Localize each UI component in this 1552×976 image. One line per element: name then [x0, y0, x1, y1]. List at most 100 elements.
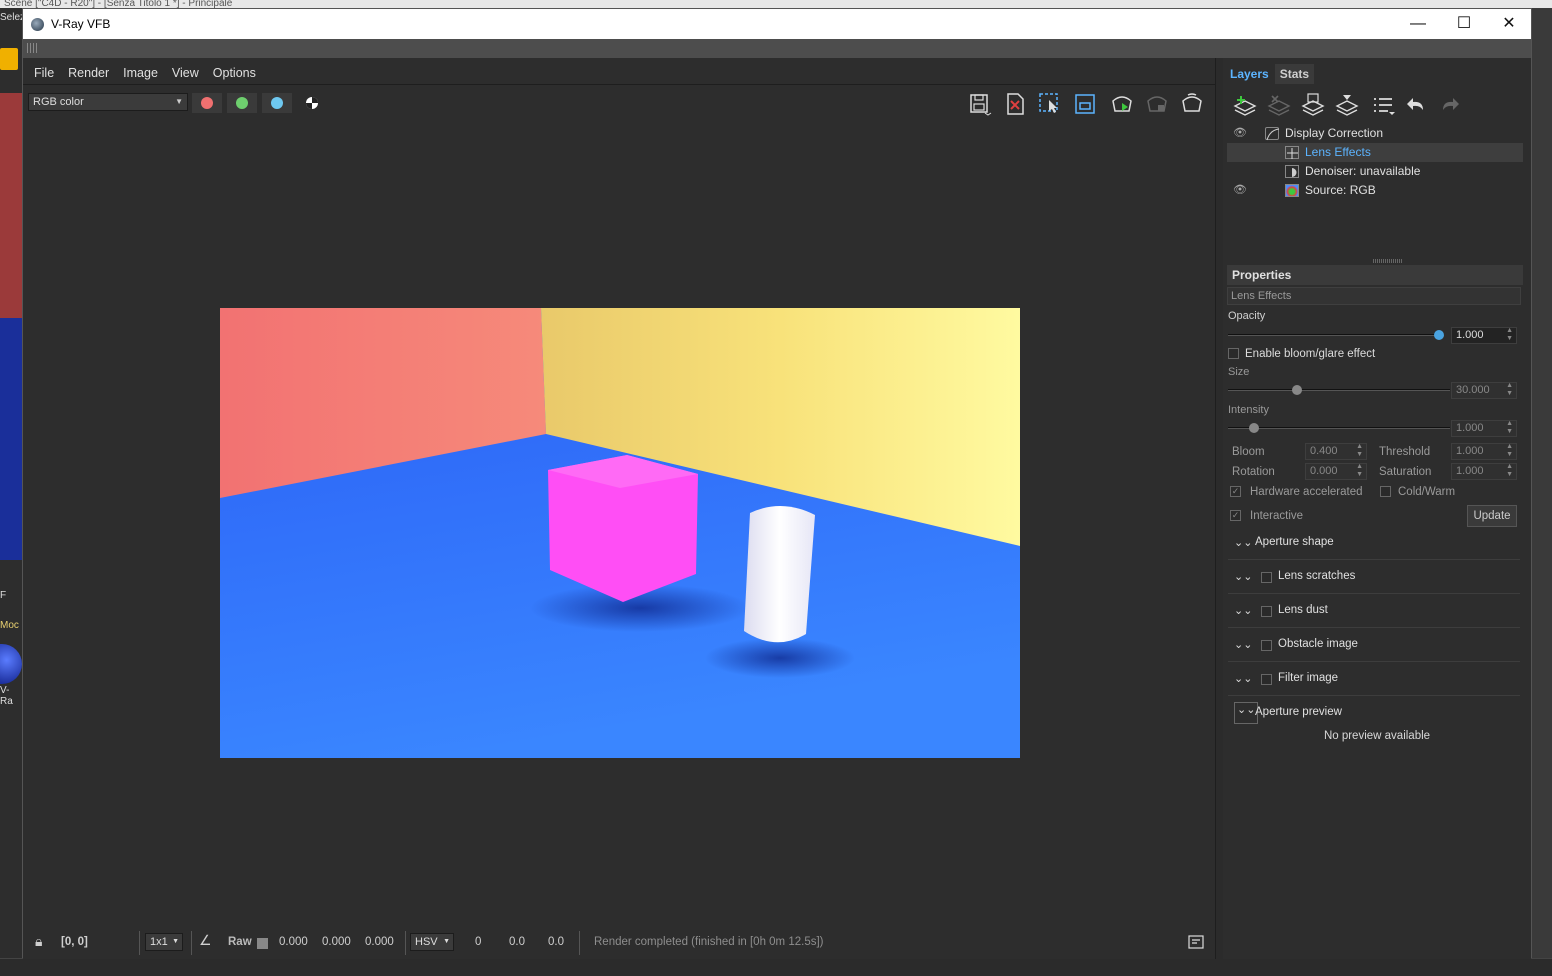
bloom-input[interactable]: 0.400 ▲ ▼ [1305, 443, 1367, 460]
resize-handle[interactable] [1373, 259, 1403, 263]
opacity-slider-knob[interactable] [1434, 330, 1444, 340]
rendered-image[interactable] [220, 308, 1020, 758]
track-mouse-icon[interactable] [1072, 91, 1098, 117]
section-obstacle-image[interactable]: ⌄⌄ Obstacle image [1228, 632, 1520, 662]
lens-dust-checkbox[interactable] [1261, 606, 1272, 617]
curve-icon[interactable]: ∠ [199, 932, 212, 949]
save-layer-tree-icon[interactable] [1299, 92, 1327, 118]
clear-image-icon[interactable] [1002, 91, 1028, 117]
menu-file[interactable]: File [27, 63, 61, 83]
close-button[interactable]: ✕ [1486, 9, 1532, 39]
minimize-button[interactable]: — [1395, 9, 1441, 39]
grip-icon[interactable] [27, 43, 37, 53]
spinner-arrows-icon[interactable]: ▲ ▼ [1506, 327, 1513, 343]
spinner-arrows-icon[interactable]: ▲ ▼ [1506, 463, 1513, 479]
layer-display-correction[interactable]: 👁︎ Display Correction [1227, 124, 1523, 143]
intensity-slider-track[interactable] [1228, 427, 1450, 429]
green-channel-button[interactable] [227, 93, 257, 113]
menu-render[interactable]: Render [61, 63, 116, 83]
color-mode-value: HSV [415, 936, 438, 948]
undo-icon[interactable] [1403, 92, 1431, 118]
spinner-arrows-icon[interactable]: ▲ ▼ [1506, 382, 1513, 398]
log-icon[interactable] [1188, 934, 1204, 953]
hardware-accelerated-checkbox[interactable]: ✓ [1230, 486, 1241, 497]
lens-scratches-checkbox[interactable] [1261, 572, 1272, 583]
red-channel-button[interactable] [192, 93, 222, 113]
intensity-input[interactable]: 1.000 ▲ ▼ [1451, 420, 1517, 437]
denoiser-icon [1285, 165, 1299, 178]
tab-stats[interactable]: Stats [1274, 64, 1315, 84]
chevron-down-icon[interactable]: ⌄⌄ [1234, 672, 1252, 685]
threshold-input[interactable]: 1.000 ▲ ▼ [1451, 443, 1517, 460]
chevron-down-icon[interactable]: ⌄⌄ [1234, 638, 1252, 651]
size-slider-knob[interactable] [1291, 385, 1302, 395]
maximize-button[interactable]: ☐ [1441, 9, 1487, 39]
start-interactive-render-icon[interactable] [1109, 91, 1135, 117]
layer-name-field[interactable]: Lens Effects [1227, 287, 1521, 305]
background-right-panel [1532, 8, 1552, 976]
save-image-icon[interactable] [967, 91, 993, 117]
hardware-accelerated-label: Hardware accelerated [1250, 486, 1363, 498]
layer-list-icon[interactable] [1369, 92, 1397, 118]
eye-icon[interactable]: 👁︎ [1233, 181, 1247, 200]
section-lens-scratches[interactable]: ⌄⌄ Lens scratches [1228, 564, 1520, 594]
status-message: Render completed (finished in [0h 0m 12.… [594, 936, 824, 948]
region-render-icon[interactable] [1037, 91, 1063, 117]
color-mode-dropdown[interactable]: HSV ▼ [410, 933, 454, 951]
update-button[interactable]: Update [1467, 505, 1517, 527]
channel-dropdown-value: RGB color [33, 96, 84, 108]
chevron-down-icon[interactable]: ⌄⌄ [1234, 536, 1252, 549]
menu-view[interactable]: View [165, 63, 206, 83]
sample-size-dropdown[interactable]: 1x1 ▼ [145, 933, 183, 951]
chevron-down-icon[interactable]: ⌄⌄ [1234, 604, 1252, 617]
saturation-input[interactable]: 1.000 ▲ ▼ [1451, 463, 1517, 480]
lock-icon[interactable]: 🔒︎ [35, 933, 42, 950]
move-tool-icon[interactable] [0, 48, 18, 70]
app-icon [31, 18, 44, 31]
spinner-arrows-icon[interactable]: ▲ ▼ [1506, 420, 1513, 436]
no-preview-text: No preview available [1323, 730, 1431, 742]
menu-options[interactable]: Options [206, 63, 263, 83]
cold-warm-checkbox[interactable] [1380, 486, 1391, 497]
filter-image-checkbox[interactable] [1261, 674, 1272, 685]
eye-icon[interactable]: 👁︎ [1233, 124, 1247, 143]
enable-bloom-checkbox[interactable] [1228, 348, 1239, 359]
intensity-slider-knob[interactable] [1249, 423, 1260, 433]
delete-layer-icon[interactable] [1265, 92, 1293, 118]
rotation-input[interactable]: 0.000 ▲ ▼ [1305, 463, 1367, 480]
layer-lens-effects[interactable]: Lens Effects [1227, 143, 1523, 162]
stop-render-icon[interactable] [1144, 91, 1170, 117]
section-lens-dust[interactable]: ⌄⌄ Lens dust [1228, 598, 1520, 628]
opacity-slider-track[interactable] [1228, 334, 1444, 336]
section-aperture-preview[interactable]: ⌄⌄ Aperture preview [1228, 700, 1520, 730]
panel-splitter[interactable] [1215, 58, 1223, 959]
menu-image[interactable]: Image [116, 63, 165, 83]
spinner-arrows-icon[interactable]: ▲ ▼ [1356, 443, 1363, 459]
render-icon[interactable] [1179, 91, 1205, 117]
layer-source-rgb[interactable]: 👁︎ Source: RGB [1227, 181, 1523, 200]
redo-icon[interactable] [1437, 92, 1465, 118]
alpha-channel-button[interactable] [297, 93, 327, 113]
section-aperture-shape[interactable]: ⌄⌄ Aperture shape [1228, 530, 1520, 560]
create-layer-icon[interactable] [1231, 92, 1259, 118]
size-input[interactable]: 30.000 ▲ ▼ [1451, 382, 1517, 399]
status-separator [405, 931, 406, 955]
blue-channel-button[interactable] [262, 93, 292, 113]
enable-bloom-label: Enable bloom/glare effect [1245, 348, 1376, 360]
interactive-checkbox[interactable]: ✓ [1230, 510, 1241, 521]
opacity-input[interactable]: 1.000 ▲ ▼ [1451, 327, 1517, 344]
tab-layers[interactable]: Layers [1225, 64, 1274, 84]
load-layer-tree-icon[interactable] [1333, 92, 1361, 118]
chevron-down-icon[interactable]: ⌄⌄ [1234, 570, 1252, 583]
section-filter-image[interactable]: ⌄⌄ Filter image [1228, 666, 1520, 696]
spinner-arrows-icon[interactable]: ▲ ▼ [1356, 463, 1363, 479]
title-bar[interactable]: V-Ray VFB — ☐ ✕ [23, 9, 1531, 39]
obstacle-image-checkbox[interactable] [1261, 640, 1272, 651]
rgb-r-value: 0.000 [279, 936, 308, 948]
hsv-v-value: 0.0 [548, 936, 564, 948]
background-label: V-Ra [0, 685, 13, 707]
layer-denoiser[interactable]: Denoiser: unavailable [1227, 162, 1523, 181]
spinner-arrows-icon[interactable]: ▲ ▼ [1506, 443, 1513, 459]
channel-dropdown[interactable]: RGB color ▼ [28, 93, 188, 111]
size-slider-track[interactable] [1228, 389, 1450, 391]
